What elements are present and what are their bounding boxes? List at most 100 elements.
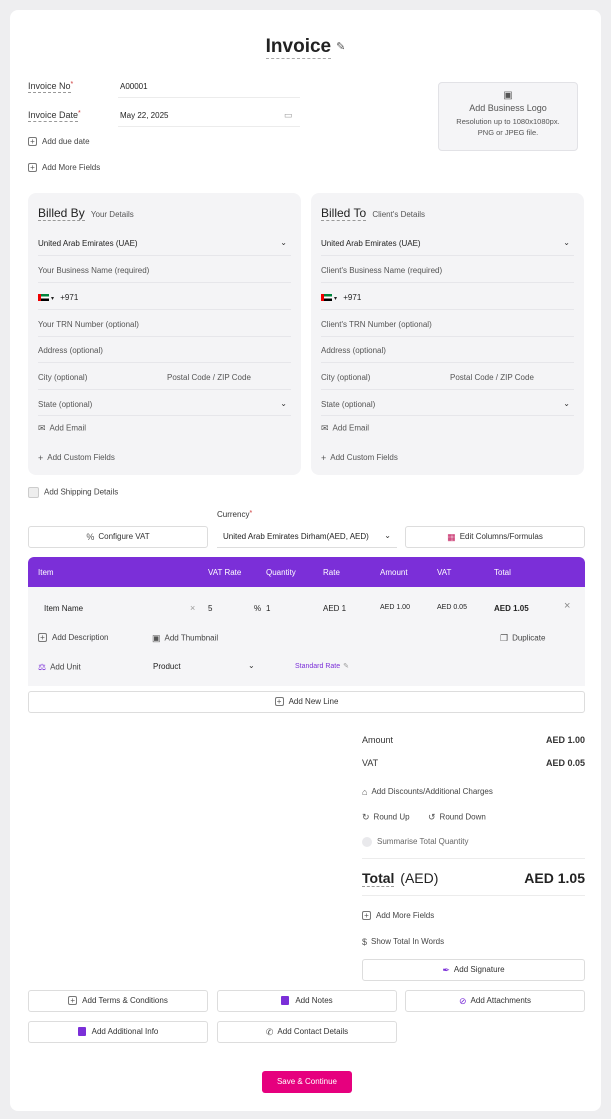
logo-title: Add Business Logo (469, 103, 547, 113)
summarise-quantity-toggle[interactable]: Summarise Total Quantity (362, 837, 468, 847)
add-unit-button[interactable]: ⚖ Add Unit (38, 662, 81, 673)
plus-icon: + (38, 453, 44, 463)
business-name-input[interactable]: Your Business Name (required) (38, 266, 149, 275)
duplicate-button[interactable]: ❐ Duplicate (500, 633, 545, 644)
grand-total-value: AED 1.05 (524, 870, 585, 886)
add-due-date-button[interactable]: + Add due date (28, 137, 90, 147)
plus-icon: + (28, 163, 37, 173)
phone-input[interactable]: ▾ +971 (38, 293, 78, 302)
divider (362, 895, 585, 896)
country-select[interactable]: United Arab Emirates (UAE) (321, 239, 421, 248)
copy-icon: ❐ (500, 633, 509, 643)
country-select[interactable]: United Arab Emirates (UAE) (38, 239, 138, 248)
vat-label: VAT (362, 758, 379, 768)
postal-input[interactable]: Postal Code / ZIP Code (450, 373, 534, 382)
pencil-icon[interactable]: ✎ (336, 40, 345, 53)
chevron-down-icon[interactable]: ⌄ (563, 399, 570, 408)
col-quantity: Quantity (266, 568, 296, 577)
chevron-down-icon[interactable]: ⌄ (280, 399, 287, 408)
divider (321, 415, 574, 416)
uae-flag-icon (321, 294, 332, 302)
divider (38, 282, 291, 283)
amount-total: AED 1.00 (545, 735, 585, 745)
add-email-button[interactable]: ✉ Add Email (38, 423, 86, 434)
add-description-button[interactable]: + Add Description (38, 633, 108, 643)
add-notes-button[interactable]: Add Notes (217, 990, 397, 1012)
edit-columns-button[interactable]: ▦ Edit Columns/Formulas (405, 526, 585, 548)
amount-value: AED 1.00 (380, 604, 410, 611)
state-select[interactable]: State (optional) (38, 400, 92, 409)
unit-type-select[interactable]: Product (153, 662, 181, 671)
divider (38, 415, 291, 416)
postal-input[interactable]: Postal Code / ZIP Code (167, 373, 251, 382)
city-input[interactable]: City (optional) (321, 373, 370, 382)
divider (321, 255, 574, 256)
divider (118, 126, 300, 127)
col-rate: Rate (323, 568, 340, 577)
pencil-icon: ✎ (343, 663, 350, 670)
chevron-down-icon[interactable]: ⌄ (280, 238, 287, 247)
address-input[interactable]: Address (optional) (321, 346, 386, 355)
plus-icon: + (274, 697, 284, 707)
add-more-fields-button[interactable]: + Add More Fields (28, 163, 100, 173)
divider (38, 255, 291, 256)
invoice-date-label: Invoice Date* (28, 110, 81, 122)
item-name-input[interactable]: Item Name (44, 604, 83, 613)
add-custom-fields-button[interactable]: + Add Custom Fields (38, 453, 115, 463)
invoice-no-field[interactable]: A00001 (120, 82, 148, 91)
chevron-down-icon[interactable]: ⌄ (248, 661, 255, 670)
add-additional-info-button[interactable]: Add Additional Info (28, 1021, 208, 1043)
plus-icon: + (68, 996, 78, 1006)
phone-icon: ✆ (265, 1027, 274, 1037)
add-contact-details-button[interactable]: ✆ Add Contact Details (217, 1021, 397, 1043)
remove-item-icon[interactable]: × (564, 600, 570, 612)
col-total: Total (494, 568, 511, 577)
add-thumbnail-button[interactable]: ▣ Add Thumbnail (152, 633, 218, 644)
divider (38, 309, 291, 310)
divider (321, 282, 574, 283)
chevron-down-icon: ⌄ (384, 531, 391, 540)
items-table-header: Item VAT Rate Quantity Rate Amount VAT T… (28, 557, 585, 587)
standard-rate-link[interactable]: Standard Rate ✎ (295, 662, 349, 670)
col-vat-rate: VAT Rate (208, 568, 242, 577)
city-input[interactable]: City (optional) (38, 373, 87, 382)
phone-input[interactable]: ▾ +971 (321, 293, 361, 302)
billed-by-header: Billed By Your Details (38, 206, 134, 221)
calendar-icon[interactable]: ▭ (284, 110, 293, 121)
clear-icon[interactable]: × (190, 603, 195, 613)
round-down-button[interactable]: ↺ Round Down (428, 812, 486, 823)
rate-input[interactable]: AED 1 (323, 604, 346, 613)
divider (38, 336, 291, 337)
add-attachments-button[interactable]: ⊘ Add Attachments (405, 990, 585, 1012)
billed-to-header: Billed To Client's Details (321, 206, 426, 221)
quantity-input[interactable]: 1 (266, 604, 270, 613)
add-new-line-button[interactable]: + Add New Line (28, 691, 585, 713)
vat-rate-input[interactable]: 5 (208, 604, 212, 613)
chevron-down-icon[interactable]: ⌄ (563, 238, 570, 247)
add-discounts-button[interactable]: ⌂ Add Discounts/Additional Charges (362, 787, 493, 797)
currency-select[interactable]: United Arab Emirates Dirham(AED, AED) ⌄ (217, 526, 397, 548)
trn-input[interactable]: Client's TRN Number (optional) (321, 320, 432, 329)
save-continue-button[interactable]: Save & Continue (262, 1071, 352, 1093)
add-logo-dropzone[interactable]: ▣ Add Business Logo Resolution up to 108… (438, 82, 578, 151)
configure-vat-button[interactable]: % Configure VAT (28, 526, 208, 548)
add-signature-button[interactable]: ✒ Add Signature (362, 959, 585, 981)
checkbox-icon (28, 487, 39, 498)
invoice-date-field[interactable]: May 22, 2025 (120, 111, 168, 120)
address-input[interactable]: Address (optional) (38, 346, 103, 355)
round-up-button[interactable]: ↻ Round Up (362, 812, 410, 823)
add-email-button[interactable]: ✉ Add Email (321, 423, 369, 434)
add-custom-fields-button[interactable]: + Add Custom Fields (321, 453, 398, 463)
percent-icon: % (86, 532, 95, 542)
show-total-words-button[interactable]: $ Show Total In Words (362, 937, 444, 947)
invoice-title[interactable]: Invoice (265, 36, 332, 59)
add-terms-button[interactable]: + Add Terms & Conditions (28, 990, 208, 1012)
image-icon: ▣ (503, 90, 513, 101)
client-business-name-input[interactable]: Client's Business Name (required) (321, 266, 442, 275)
grand-total-label: Total (AED) (362, 870, 439, 887)
state-select[interactable]: State (optional) (321, 400, 375, 409)
add-shipping-checkbox[interactable]: Add Shipping Details (28, 487, 118, 498)
divider (321, 336, 574, 337)
add-more-fields-button[interactable]: + Add More Fields (362, 911, 434, 921)
trn-input[interactable]: Your TRN Number (optional) (38, 320, 139, 329)
